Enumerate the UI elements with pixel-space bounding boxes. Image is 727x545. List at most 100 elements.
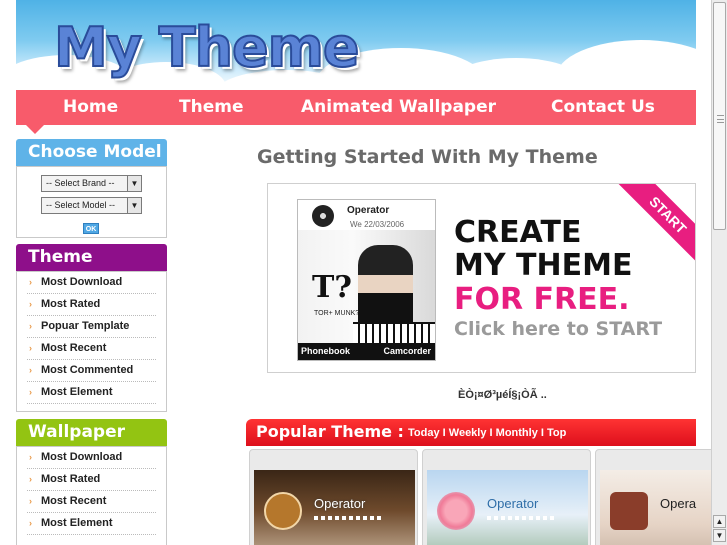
choose-model-heading: Choose Model xyxy=(16,139,167,166)
theme-heading: Theme xyxy=(16,244,167,271)
list-item-label: Most Recent xyxy=(41,342,107,354)
arrow-bullet-icon: › xyxy=(29,299,32,309)
chevron-down-icon[interactable]: ▼ xyxy=(127,198,141,213)
phone-softkey-bar: Phonebook Camcorder xyxy=(298,343,435,360)
list-item[interactable]: › Most Recent xyxy=(27,491,156,513)
list-item[interactable]: › Popuar Template xyxy=(27,316,156,338)
volume-indicator xyxy=(487,516,557,520)
vertical-scrollbar[interactable]: ▲ ▼ xyxy=(711,0,727,545)
list-item-label: Most Download xyxy=(41,276,123,288)
phone-date: We 22/03/2006 xyxy=(350,220,405,229)
cloud-decoration xyxy=(556,40,696,90)
banner-line-create: CREATE xyxy=(454,215,582,250)
list-item-label: Most Element xyxy=(41,517,113,529)
list-item-label: Most Element xyxy=(41,386,113,398)
scroll-up-arrow-icon[interactable]: ▲ xyxy=(713,515,726,528)
filter-today-link[interactable]: Today xyxy=(408,427,440,439)
arrow-bullet-icon: › xyxy=(29,452,32,462)
phone-preview-image: Operator We 22/03/2006 T? TOR+ MUNK? Pho… xyxy=(297,199,436,361)
filter-separator: I xyxy=(489,427,493,439)
cat-character-icon xyxy=(610,492,648,530)
phone-right-softkey: Camcorder xyxy=(383,346,431,356)
scroll-down-arrow-icon[interactable]: ▼ xyxy=(713,529,726,542)
model-select[interactable]: -- Select Model -- ▼ xyxy=(41,197,142,214)
ok-button[interactable]: OK xyxy=(83,223,99,234)
list-item-label: Most Rated xyxy=(41,473,101,485)
volume-indicator xyxy=(314,516,384,520)
phone-left-softkey: Phonebook xyxy=(301,346,350,356)
card-operator: Operator xyxy=(314,496,366,511)
list-item-label: Most Recent xyxy=(41,495,107,507)
site-logo[interactable]: My Theme xyxy=(53,15,361,80)
coffee-cup-icon xyxy=(264,492,302,530)
theme-card[interactable]: Operator xyxy=(422,449,591,545)
wallpaper-box: › Most Download › Most Rated › Most Recent … xyxy=(16,446,167,545)
filter-separator: I xyxy=(442,427,446,439)
arrow-bullet-icon: › xyxy=(29,343,32,353)
theme-list: › Most Download › Most Rated › Popuar Templ… xyxy=(17,272,166,404)
popular-theme-title: Popular Theme : xyxy=(256,422,404,441)
arrow-bullet-icon: › xyxy=(29,387,32,397)
piano-keys xyxy=(353,322,435,345)
list-item[interactable]: › Most Rated xyxy=(27,469,156,491)
list-item[interactable]: › Most Download xyxy=(27,447,156,469)
phone-logo-text: T? xyxy=(312,270,352,305)
main-nav: Home Theme Animated Wallpaper Contact Us xyxy=(16,90,696,134)
phone-logo-subtext: TOR+ MUNK? xyxy=(314,310,360,317)
arrow-bullet-icon: › xyxy=(29,277,32,287)
list-item-label: Popuar Template xyxy=(41,320,130,332)
filter-monthly-link[interactable]: Monthly xyxy=(496,427,538,439)
scrollbar-thumb[interactable] xyxy=(713,2,726,230)
list-item-label: Most Rated xyxy=(41,298,101,310)
chevron-down-icon[interactable]: ▼ xyxy=(127,176,141,191)
theme-card[interactable]: Opera xyxy=(595,449,711,545)
model-select-value: -- Select Model -- xyxy=(46,200,116,210)
filter-top-link[interactable]: Top xyxy=(547,427,566,439)
popular-theme-filters: Today I Weekly I Monthly I Top xyxy=(408,427,566,439)
arrow-bullet-icon: › xyxy=(29,518,32,528)
site-header: My Theme xyxy=(16,0,696,90)
card-operator: Operator xyxy=(487,496,539,511)
create-theme-banner[interactable]: Operator We 22/03/2006 T? TOR+ MUNK? Pho… xyxy=(267,183,696,373)
popular-theme-bar: Popular Theme : Today I Weekly I Monthly… xyxy=(246,419,696,446)
music-disc-icon xyxy=(312,205,334,227)
nav-active-indicator xyxy=(26,125,44,134)
wallpaper-heading: Wallpaper xyxy=(16,419,167,446)
list-item[interactable]: › Most Element xyxy=(27,513,156,535)
phone-operator: Operator xyxy=(347,205,390,216)
theme-preview: Operator xyxy=(254,470,415,545)
nav-theme[interactable]: Theme xyxy=(179,97,243,117)
list-item-label: Most Commented xyxy=(41,364,134,376)
theme-preview: Operator xyxy=(427,470,588,545)
rose-icon xyxy=(437,492,475,530)
scrollbar-grip xyxy=(717,115,724,123)
list-item[interactable]: › Most Rated xyxy=(27,294,156,316)
list-item[interactable]: › Most Download xyxy=(27,272,156,294)
banner-line-for-free: FOR FREE. xyxy=(454,282,630,317)
wallpaper-list: › Most Download › Most Rated › Most Recent … xyxy=(17,447,166,535)
brand-select[interactable]: -- Select Brand -- ▼ xyxy=(41,175,142,192)
page-title: Getting Started With My Theme xyxy=(257,146,598,168)
list-item-label: Most Download xyxy=(41,451,123,463)
phone-wallpaper-photo: T? TOR+ MUNK? xyxy=(298,230,435,345)
list-item[interactable]: › Most Element xyxy=(27,382,156,404)
arrow-bullet-icon: › xyxy=(29,496,32,506)
phone-status-bar: Operator We 22/03/2006 xyxy=(298,200,435,230)
list-item[interactable]: › Most Commented xyxy=(27,360,156,382)
brand-select-value: -- Select Brand -- xyxy=(46,178,115,188)
banner-start-link[interactable]: Click here to START xyxy=(454,318,662,340)
page: My Theme Home Theme Animated Wallpaper C… xyxy=(0,0,711,545)
arrow-bullet-icon: › xyxy=(29,474,32,484)
list-item[interactable]: › Most Recent xyxy=(27,338,156,360)
filter-weekly-link[interactable]: Weekly xyxy=(449,427,487,439)
filter-separator: I xyxy=(540,427,544,439)
arrow-bullet-icon: › xyxy=(29,365,32,375)
nav-home[interactable]: Home xyxy=(63,97,118,117)
card-operator: Opera xyxy=(660,496,697,511)
banner-line-my-theme: MY THEME xyxy=(454,248,633,283)
nav-contact-us[interactable]: Contact Us xyxy=(551,97,655,117)
encoded-caption: ÈÒ¡¤Ø³µéÍ§¡ÒÃ .. xyxy=(458,389,547,401)
theme-preview: Opera xyxy=(600,470,711,545)
theme-card[interactable]: Operator xyxy=(249,449,418,545)
nav-animated-wallpaper[interactable]: Animated Wallpaper xyxy=(301,97,496,117)
